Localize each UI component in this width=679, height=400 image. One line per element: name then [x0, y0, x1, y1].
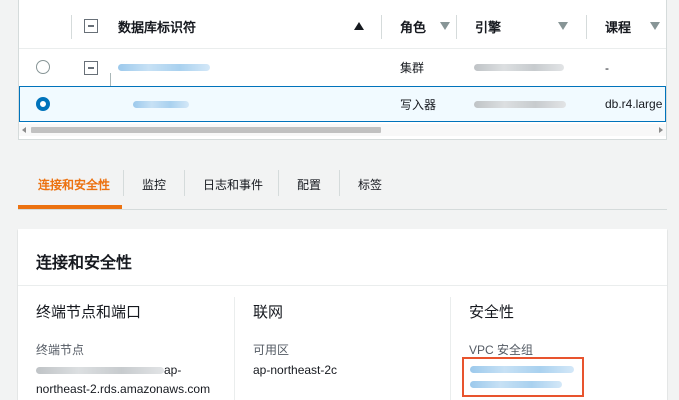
endpoint-heading: 终端节点和端口 [36, 304, 142, 321]
engine-value [474, 64, 564, 71]
column-header-class[interactable]: 课程 [605, 6, 631, 46]
sort-icon[interactable] [650, 22, 660, 30]
security-heading: 安全性 [469, 304, 515, 321]
row-radio-selected[interactable] [36, 97, 50, 111]
sort-icon[interactable] [558, 22, 568, 30]
collapse-icon[interactable] [84, 61, 98, 75]
scroll-right-icon[interactable] [659, 127, 663, 133]
endpoint-value-line2: northeast-2.rds.amazonaws.com [36, 382, 211, 396]
vpc-security-group-label: VPC 安全组 [469, 343, 534, 357]
row-class: - [605, 60, 609, 75]
table-header: 数据库标识符 角色 引擎 课程 [19, 6, 666, 46]
network-heading: 联网 [253, 304, 284, 321]
sort-ascending-icon[interactable] [354, 22, 364, 30]
detail-tabs: 连接和安全性 监控 日志和事件 配置 标签 [18, 160, 667, 210]
availability-zone-value: ap-northeast-2c [253, 363, 338, 377]
sort-icon[interactable] [440, 22, 450, 30]
tab-configuration[interactable]: 配置 [297, 160, 321, 208]
endpoint-value-line1: ap- [36, 363, 181, 377]
security-group-link[interactable] [470, 381, 562, 388]
column-header-engine[interactable]: 引擎 [475, 6, 501, 46]
tab-tags[interactable]: 标签 [358, 160, 382, 208]
tab-connectivity-security[interactable]: 连接和安全性 [38, 160, 110, 208]
connectivity-security-panel: 连接和安全性 终端节点和端口 终端节点 ap- northeast-2.rds.… [18, 229, 667, 400]
cluster-identifier-link[interactable] [118, 64, 210, 71]
horizontal-scrollbar[interactable] [19, 124, 666, 136]
scroll-left-icon[interactable] [22, 127, 26, 133]
engine-value [474, 100, 566, 108]
instance-identifier-link[interactable] [133, 100, 189, 108]
row-role: 写入器 [400, 97, 437, 112]
security-group-highlight [462, 357, 584, 397]
tab-logs-events[interactable]: 日志和事件 [203, 160, 263, 208]
collapse-all-icon[interactable] [84, 19, 98, 33]
row-radio[interactable] [36, 60, 50, 74]
db-instances-table: 数据库标识符 角色 引擎 课程 集群 - 写入器 db.r4.large [18, 0, 667, 140]
table-row[interactable]: 集群 - [19, 48, 666, 86]
row-role: 集群 [400, 61, 425, 75]
tab-monitoring[interactable]: 监控 [142, 160, 166, 208]
table-row-selected[interactable]: 写入器 db.r4.large [19, 86, 666, 122]
security-group-link[interactable] [470, 366, 574, 373]
column-header-role[interactable]: 角色 [400, 6, 426, 46]
scrollbar-thumb[interactable] [31, 127, 381, 133]
panel-title: 连接和安全性 [36, 255, 133, 272]
row-class: db.r4.large [605, 97, 663, 111]
endpoint-redacted [36, 366, 164, 374]
active-tab-indicator [18, 205, 122, 209]
availability-zone-label: 可用区 [253, 343, 290, 357]
endpoint-label: 终端节点 [36, 343, 85, 357]
column-header-identifier[interactable]: 数据库标识符 [118, 6, 196, 46]
